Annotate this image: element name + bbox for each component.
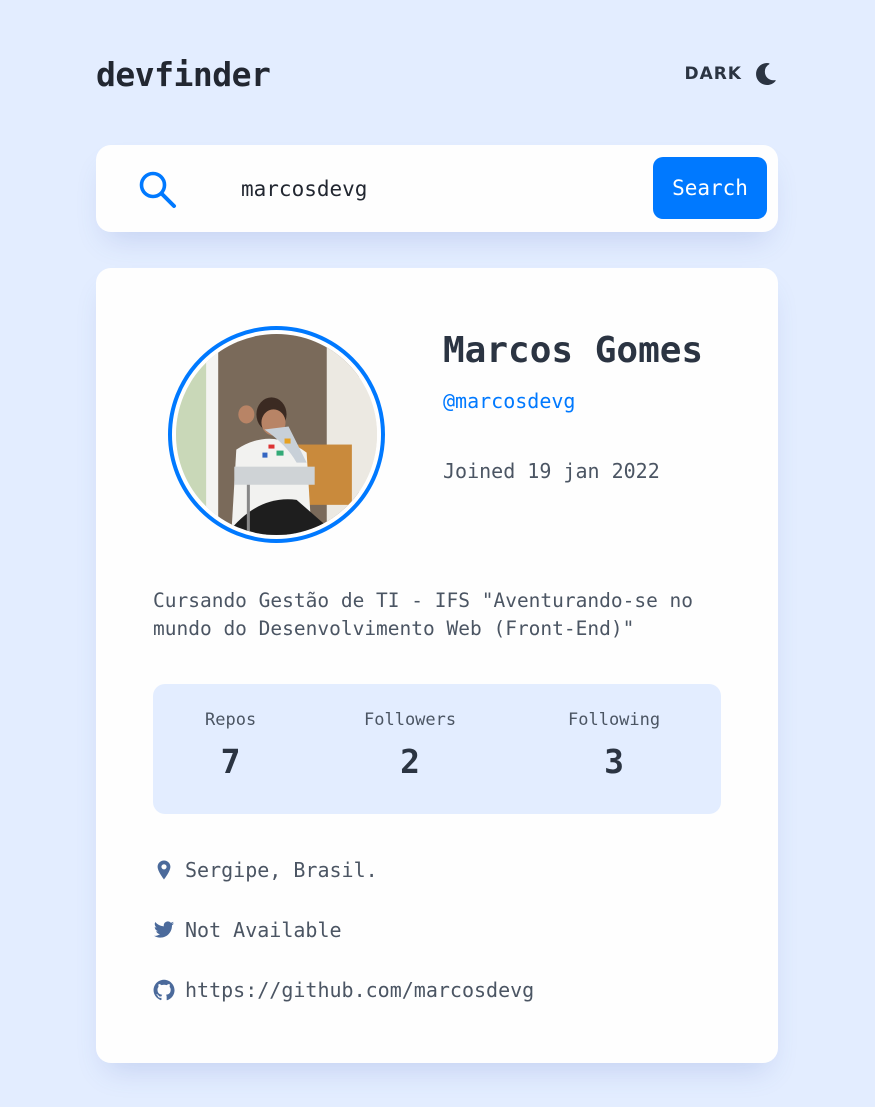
search-input[interactable]: [241, 167, 631, 211]
header: devfinder DARK: [96, 52, 778, 96]
github-link[interactable]: https://github.com/marcosdevg: [185, 978, 534, 1002]
github-row[interactable]: https://github.com/marcosdevg: [153, 978, 534, 1002]
stat-label: Following: [568, 710, 661, 730]
twitter-icon: [153, 919, 175, 941]
moon-icon: [756, 63, 778, 85]
search-bar: Search: [96, 145, 778, 232]
location-pin-icon: [153, 859, 175, 881]
stat-value: 2: [400, 742, 420, 781]
profile-bio: Cursando Gestão de TI - IFS "Aventurando…: [153, 589, 694, 640]
theme-toggle-button[interactable]: DARK: [684, 63, 778, 85]
avatar-photo: [176, 334, 377, 535]
stat-label: Followers: [364, 710, 457, 730]
stats-panel: Repos 7 Followers 2 Following 3: [153, 684, 721, 814]
stat-label: Repos: [205, 710, 257, 730]
profile-login-link[interactable]: @marcosdevg: [443, 389, 575, 413]
search-button[interactable]: Search: [653, 157, 767, 219]
location-text: Sergipe, Brasil.: [185, 858, 378, 882]
stat-followers: Followers 2: [364, 710, 456, 781]
location-row: Sergipe, Brasil.: [153, 858, 378, 882]
twitter-text: Not Available: [185, 918, 342, 942]
stat-following: Following 3: [568, 710, 660, 781]
app-logo: devfinder: [96, 54, 271, 94]
stat-value: 3: [604, 742, 624, 781]
profile-card: Marcos Gomes @marcosdevg Joined 19 jan 2…: [96, 268, 778, 1063]
stat-value: 7: [220, 742, 241, 781]
theme-toggle-label: DARK: [684, 64, 742, 84]
profile-name: Marcos Gomes: [443, 330, 704, 371]
search-icon: [137, 169, 178, 210]
avatar: [168, 326, 385, 543]
twitter-row: Not Available: [153, 918, 342, 942]
github-icon: [153, 979, 175, 1001]
stat-repos: Repos 7: [205, 710, 256, 781]
profile-joined-date: Joined 19 jan 2022: [443, 459, 660, 483]
